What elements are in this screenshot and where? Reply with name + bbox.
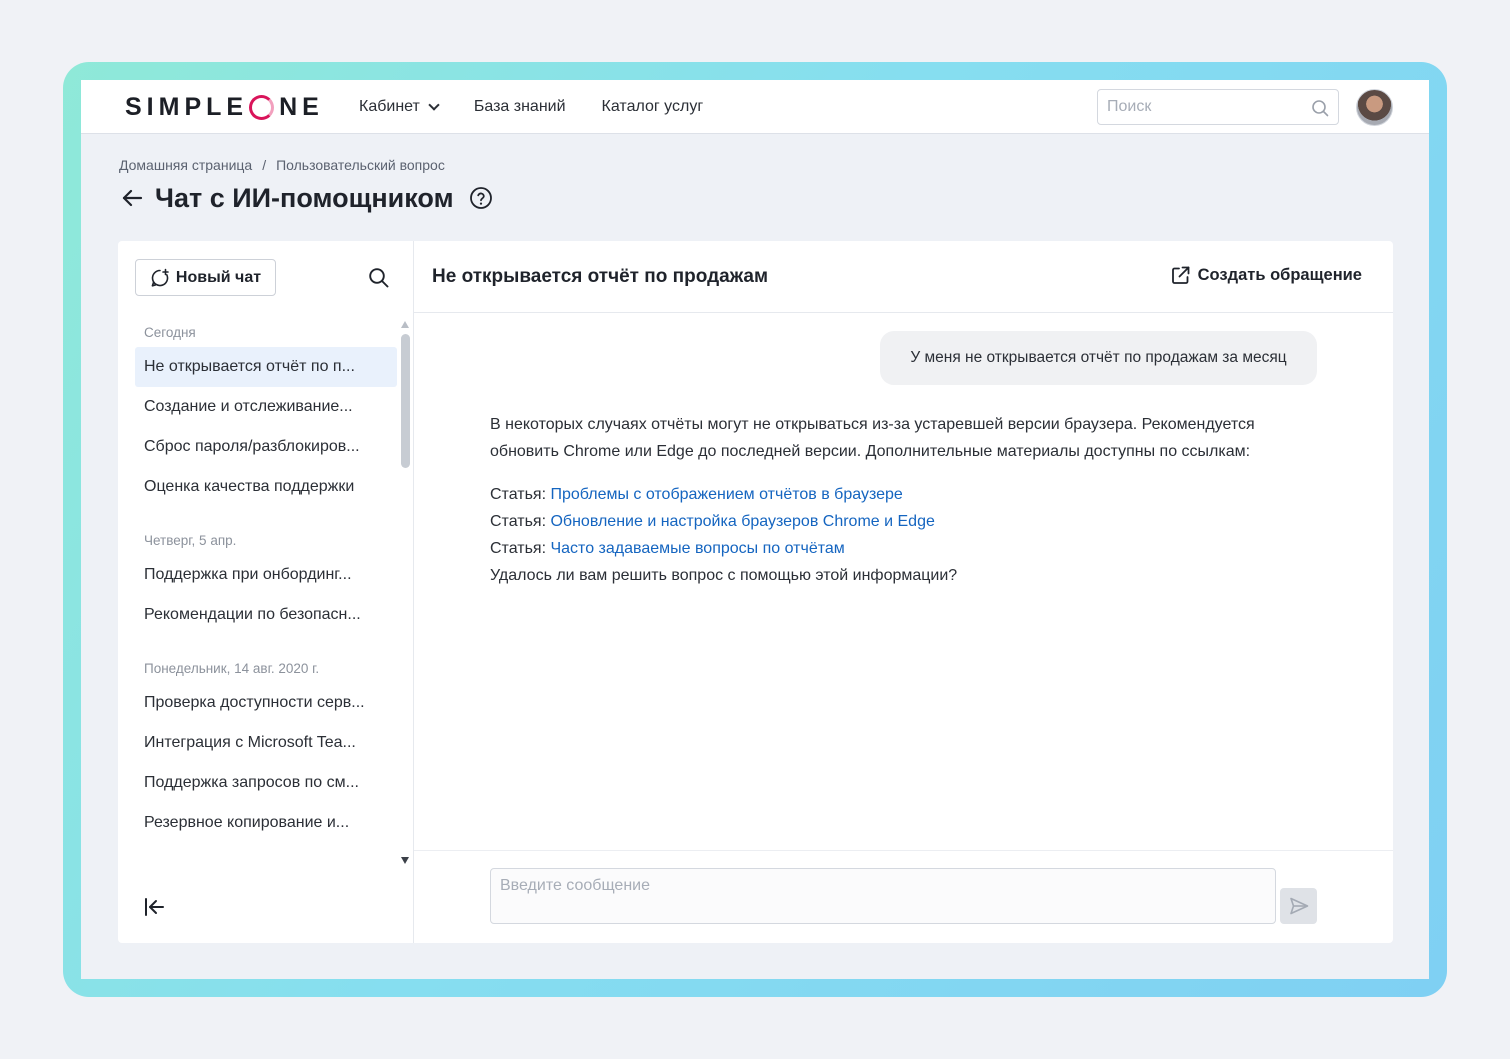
simpleone-logo[interactable]: SIMPLE NE — [125, 93, 324, 121]
logo-ring-icon — [249, 94, 275, 120]
logo-text-right: NE — [279, 92, 324, 121]
composer-divider — [414, 850, 1393, 851]
chat-history-item[interactable]: Поддержка при онбординг... — [135, 555, 397, 595]
send-button[interactable] — [1280, 888, 1317, 924]
chat-card: Новый чат Сегодня Не открывается отчёт п… — [118, 241, 1393, 943]
user-message-bubble: У меня не открывается отчёт по продажам … — [880, 331, 1317, 385]
chat-history-item[interactable]: Не открывается отчёт по п... — [135, 347, 397, 387]
chat-history-item[interactable]: Резервное копирование и... — [135, 803, 397, 843]
chevron-down-icon — [428, 99, 440, 111]
collapse-sidebar-icon[interactable] — [142, 895, 166, 919]
article-prefix: Статья: — [490, 486, 547, 503]
global-search — [1097, 89, 1339, 125]
chat-history-item[interactable]: Сброс пароля/разблокиров... — [135, 427, 397, 467]
new-chat-label: Новый чат — [175, 268, 262, 286]
breadcrumb-separator: / — [262, 157, 267, 173]
nav-item-label: База знаний — [473, 98, 566, 115]
breadcrumb: Домашняя страница / Пользовательский воп… — [119, 157, 445, 173]
search-icon[interactable] — [368, 267, 390, 289]
chat-header: Не открывается отчёт по продажам Создать… — [414, 241, 1393, 313]
avatar[interactable] — [1356, 89, 1393, 126]
page-title-row: Чат с ИИ-помощником — [119, 180, 493, 216]
arrow-left-icon[interactable] — [119, 185, 145, 211]
send-icon — [1289, 897, 1308, 915]
new-chat-icon — [151, 268, 169, 287]
main-nav: Кабинет База знаний Каталог услуг — [359, 80, 703, 134]
sidebar-scrollbar[interactable] — [400, 321, 410, 869]
nav-item-label: Каталог услуг — [601, 98, 704, 115]
page-title: Чат с ИИ-помощником — [155, 182, 454, 213]
group-label-date: Четверг, 5 апр. — [144, 533, 237, 548]
chat-history-list: Сегодня Не открывается отчёт по п... Соз… — [135, 315, 397, 875]
chat-history-item[interactable]: Поддержка запросов по см... — [135, 763, 397, 803]
search-icon[interactable] — [1311, 99, 1329, 117]
chat-history-item[interactable]: Оценка качества поддержки — [135, 467, 397, 507]
external-link-icon — [1171, 266, 1190, 284]
article-links: Статья: Проблемы с отображением отчётов … — [490, 481, 1320, 562]
user-message-text: У меня не открывается отчёт по продажам … — [910, 349, 1287, 366]
article-link-row: Статья: Проблемы с отображением отчётов … — [490, 481, 1320, 508]
group-label-date: Понедельник, 14 авг. 2020 г. — [144, 661, 320, 676]
nav-item-knowledge-base[interactable]: База знаний — [474, 98, 566, 116]
message-input[interactable] — [491, 869, 1275, 923]
nav-item-cabinet[interactable]: Кабинет — [359, 98, 440, 116]
article-link[interactable]: Часто задаваемые вопросы по отчётам — [550, 540, 844, 557]
article-link-row: Статья: Часто задаваемые вопросы по отчё… — [490, 535, 1320, 562]
help-circle-icon[interactable] — [469, 186, 493, 210]
article-link[interactable]: Проблемы с отображением отчётов в браузе… — [550, 486, 902, 503]
nav-item-label: Кабинет — [359, 98, 420, 115]
new-chat-button[interactable]: Новый чат — [135, 259, 276, 296]
article-prefix: Статья: — [490, 513, 547, 530]
chat-title: Не открывается отчёт по продажам — [432, 266, 769, 287]
logo-text-left: SIMPLE — [125, 92, 249, 121]
message-composer — [490, 868, 1276, 924]
chat-history-item[interactable]: Проверка доступности серв... — [135, 683, 397, 723]
search-input[interactable] — [1098, 90, 1298, 124]
article-link[interactable]: Обновление и настройка браузеров Chrome … — [550, 513, 934, 530]
article-prefix: Статья: — [490, 540, 547, 557]
top-navigation-bar: SIMPLE NE Кабинет База знаний Каталог ус… — [81, 80, 1429, 134]
chat-history-item[interactable]: Рекомендации по безопасн... — [135, 595, 397, 635]
group-label-today: Сегодня — [144, 325, 196, 340]
article-link-row: Статья: Обновление и настройка браузеров… — [490, 508, 1320, 535]
chat-history-sidebar: Новый чат Сегодня Не открывается отчёт п… — [118, 241, 414, 943]
scroll-down-arrow-icon[interactable] — [401, 857, 409, 864]
breadcrumb-current[interactable]: Пользовательский вопрос — [276, 157, 445, 173]
create-ticket-button[interactable]: Создать обращение — [1170, 265, 1362, 286]
nav-item-service-catalog[interactable]: Каталог услуг — [602, 98, 704, 116]
chat-history-item[interactable]: Интеграция с Microsoft Tea... — [135, 723, 397, 763]
assistant-message-text: В некоторых случаях отчёты могут не откр… — [490, 416, 1255, 460]
scrollbar-thumb[interactable] — [401, 334, 410, 468]
assistant-question: Удалось ли вам решить вопрос с помощью э… — [490, 567, 958, 584]
breadcrumb-home[interactable]: Домашняя страница — [119, 157, 252, 173]
scroll-up-arrow-icon[interactable] — [401, 321, 409, 328]
app-window: SIMPLE NE Кабинет База знаний Каталог ус… — [81, 80, 1429, 979]
create-ticket-label: Создать обращение — [1197, 266, 1362, 284]
chat-history-item[interactable]: Создание и отслеживание... — [135, 387, 397, 427]
assistant-message: В некоторых случаях отчёты могут не откр… — [490, 411, 1320, 589]
